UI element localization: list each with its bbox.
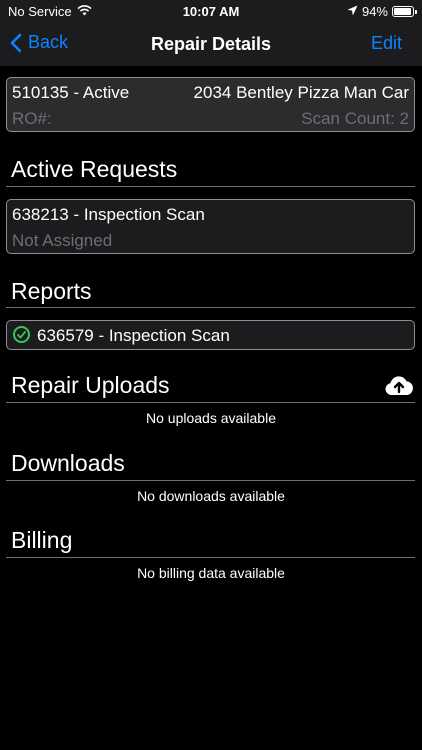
cloud-upload-icon[interactable] — [384, 373, 414, 402]
page-title: Repair Details — [150, 34, 272, 54]
status-right: 94% — [347, 4, 417, 19]
report-label: 636579 - Inspection Scan — [37, 326, 230, 345]
uploads-empty-message: No uploads available — [146, 410, 276, 426]
divider — [6, 402, 415, 403]
report-item[interactable]: 636579 - Inspection Scan — [6, 320, 415, 350]
billing-heading: Billing — [11, 527, 73, 553]
edit-button[interactable]: Edit — [371, 33, 402, 54]
status-bar: No Service 10:07 AM 94% — [0, 0, 422, 22]
battery-icon — [392, 6, 417, 17]
divider — [6, 307, 415, 308]
repair-summary-card: 510135 - Active 2034 Bentley Pizza Man C… — [6, 77, 415, 132]
location-arrow-icon — [347, 4, 358, 19]
request-assignment: Not Assigned — [12, 231, 113, 250]
divider — [6, 186, 415, 187]
downloads-heading: Downloads — [11, 450, 125, 476]
repair-uploads-heading: Repair Uploads — [11, 372, 170, 398]
divider — [6, 480, 415, 481]
request-label: 638213 - Inspection Scan — [12, 205, 205, 224]
downloads-empty-message: No downloads available — [137, 488, 285, 504]
billing-empty-message: No billing data available — [137, 565, 285, 581]
battery-fill — [394, 8, 411, 15]
battery-percent: 94% — [361, 4, 388, 19]
navigation-bar: Back Repair Details Edit — [0, 22, 422, 66]
active-request-item[interactable]: 638213 - Inspection Scan Not Assigned — [6, 199, 415, 254]
vehicle-name: 2034 Bentley Pizza Man Car — [193, 83, 409, 102]
reports-heading: Reports — [11, 278, 92, 304]
repair-id-status: 510135 - Active — [12, 83, 130, 102]
checkmark-circle-icon — [13, 326, 30, 343]
divider — [6, 557, 415, 558]
scan-count: Scan Count: 2 — [301, 109, 409, 128]
ro-number-label: RO#: — [12, 109, 52, 128]
active-requests-heading: Active Requests — [11, 156, 178, 182]
